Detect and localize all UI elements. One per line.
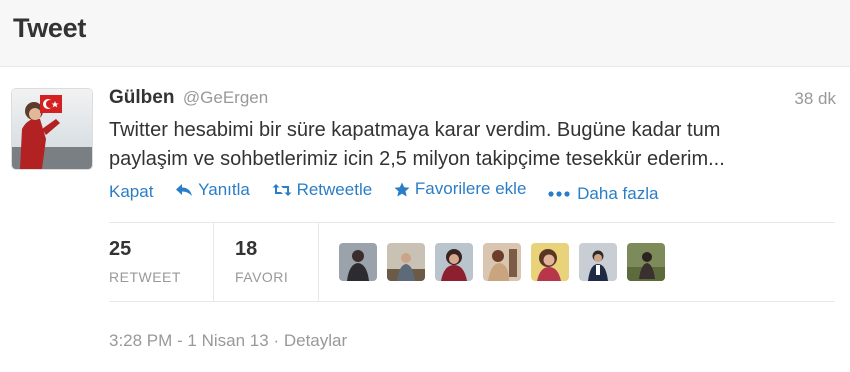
retweet-icon <box>272 183 292 196</box>
favoriter-avatar[interactable] <box>579 243 617 281</box>
favorite-label: Favorilere ekle <box>414 179 527 198</box>
favoriter-photo <box>483 243 521 281</box>
more-button[interactable]: Daha fazla <box>548 184 658 204</box>
more-label: Daha fazla <box>577 183 659 203</box>
favoriter-avatar[interactable] <box>435 243 473 281</box>
favoriter-photo <box>531 243 569 281</box>
author-fullname[interactable]: Gülben <box>109 87 174 108</box>
favoriter-photo <box>387 243 425 281</box>
favoriter-photo <box>579 243 617 281</box>
tweet-text-line: Twitter hesabimi bir süre kapatmaya kara… <box>109 119 721 141</box>
reply-icon <box>176 183 193 196</box>
favoriter-avatar[interactable] <box>627 243 665 281</box>
divider <box>213 223 214 301</box>
favorite-button[interactable]: Favorilere ekle <box>394 179 527 199</box>
favorite-count: 18 <box>235 238 258 260</box>
favoriter-avatar[interactable] <box>387 243 425 281</box>
favorite-stat[interactable]: 18 FAVORI <box>235 223 318 301</box>
close-label: Kapat <box>109 181 154 201</box>
details-link[interactable]: Detaylar <box>284 331 347 350</box>
avatar-photo <box>12 89 92 169</box>
retweet-stat-label: RETWEET <box>109 269 181 285</box>
tweet-timestamp: 3:28 PM - 1 Nisan 13 <box>109 331 269 350</box>
tweet-author[interactable]: Gülben @GeErgen <box>109 87 268 113</box>
favoriter-avatar[interactable] <box>531 243 569 281</box>
favoriter-photo <box>627 243 665 281</box>
favoriter-avatar[interactable] <box>339 243 377 281</box>
favoriter-photo <box>339 243 377 281</box>
page-title: Tweet <box>13 13 87 43</box>
close-button[interactable]: Kapat <box>109 182 153 202</box>
more-dots-icon <box>548 190 570 197</box>
tweet-time[interactable]: 38 dk <box>794 89 836 109</box>
tweet-text: Twitter hesabimi bir süre kapatmaya kara… <box>109 116 834 174</box>
author-username[interactable]: @GeErgen <box>183 88 268 107</box>
retweet-button[interactable]: Retweetle <box>272 179 373 200</box>
tweet-text-line: paylaşim ve sohbetlerimiz icin 2,5 milyo… <box>109 148 725 170</box>
favorite-stat-label: FAVORI <box>235 269 289 285</box>
reply-button[interactable]: Yanıtla <box>175 180 250 200</box>
divider <box>318 223 319 301</box>
page-header: Tweet <box>0 0 850 67</box>
retweet-count: 25 <box>109 238 132 260</box>
retweet-label: Retweetle <box>296 179 373 199</box>
retweet-stat[interactable]: 25 RETWEET <box>109 223 214 301</box>
tweet-actions: Kapat Yanıtla Retweetle Favorilere ekle … <box>109 179 675 203</box>
separator-dot: · <box>273 331 280 350</box>
favoriter-avatar[interactable] <box>483 243 521 281</box>
reply-label: Yanıtla <box>198 179 250 199</box>
tweet-stats: 25 RETWEET 18 FAVORI <box>109 222 835 302</box>
avatar[interactable] <box>11 88 93 170</box>
tweet-footer: 3:28 PM - 1 Nisan 13 · Detaylar <box>109 331 347 351</box>
star-icon <box>394 182 410 196</box>
favoriter-photo <box>435 243 473 281</box>
